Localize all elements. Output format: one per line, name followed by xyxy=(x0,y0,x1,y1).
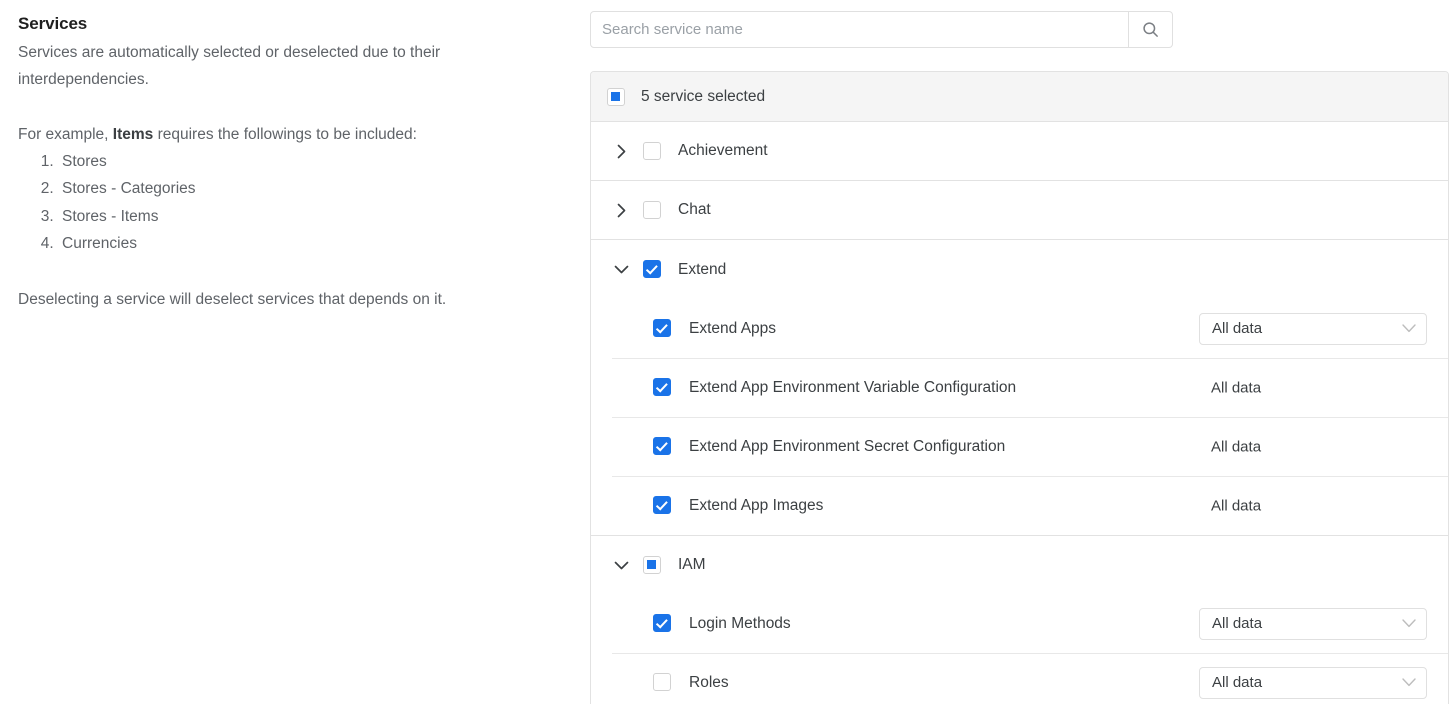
select-all-checkbox[interactable] xyxy=(607,87,625,106)
achievement-checkbox[interactable] xyxy=(643,141,661,160)
services-description: Services are automatically selected or d… xyxy=(18,44,441,88)
iam-checkbox[interactable] xyxy=(643,555,661,574)
row-control: All data xyxy=(1199,666,1427,699)
service-label: Extend App Environment Variable Configur… xyxy=(689,378,1017,396)
service-row-achievement[interactable]: Achievement xyxy=(591,122,1448,181)
chevron-right-icon[interactable] xyxy=(610,144,632,159)
dropdown-value: All data xyxy=(1212,615,1263,632)
service-label: Extend App Images xyxy=(689,496,824,514)
row-control: All data xyxy=(1199,379,1427,396)
app-images-checkbox[interactable] xyxy=(653,496,671,515)
list-item: Stores xyxy=(58,148,558,175)
env-secret-checkbox[interactable] xyxy=(653,437,671,456)
example-bold-term: Items xyxy=(112,126,154,143)
requirements-list: Stores Stores - Categories Stores - Item… xyxy=(18,148,558,258)
chevron-down-icon xyxy=(1402,678,1416,687)
chevron-right-icon[interactable] xyxy=(610,203,632,218)
row-control: All data xyxy=(1199,312,1427,345)
data-scope-value: All data xyxy=(1211,438,1262,455)
row-control: All data xyxy=(1199,497,1427,514)
env-secret-checkbox-slot xyxy=(653,437,671,456)
service-row-roles[interactable]: Roles All data xyxy=(591,653,1448,704)
data-scope-dropdown[interactable]: All data xyxy=(1199,312,1427,345)
services-selection-page: Services Services are automatically sele… xyxy=(0,0,1456,704)
dropdown-value: All data xyxy=(1212,320,1263,337)
services-example-line: For example, Items requires the followin… xyxy=(18,121,558,148)
data-scope-dropdown[interactable]: All data xyxy=(1199,666,1427,699)
search-icon xyxy=(1141,20,1160,39)
service-label: Extend App Environment Secret Configurat… xyxy=(689,437,1006,455)
chat-checkbox-slot xyxy=(643,200,661,219)
dropdown-value: All data xyxy=(1212,674,1263,691)
service-row-extend[interactable]: Extend xyxy=(591,240,1448,299)
login-methods-checkbox-slot xyxy=(653,614,671,633)
service-label: Achievement xyxy=(678,142,768,159)
app-images-checkbox-slot xyxy=(653,496,671,515)
service-row-iam[interactable]: IAM xyxy=(591,535,1448,594)
example-suffix: requires the followings to be included: xyxy=(153,126,417,143)
search-input-wrapper[interactable] xyxy=(590,11,1129,48)
services-list-card: 5 service selected Achievement Chat Exte… xyxy=(590,71,1449,704)
iam-children-group: Login Methods All data Roles All data xyxy=(591,594,1448,704)
search-bar xyxy=(590,11,1173,48)
list-item: Stores - Categories xyxy=(58,175,558,202)
service-label: Roles xyxy=(689,673,729,691)
extend-apps-checkbox-slot xyxy=(653,319,671,338)
service-row-extend-app-env-variable-configuration[interactable]: Extend App Environment Variable Configur… xyxy=(591,358,1448,417)
extend-children-group: Extend Apps All data Extend App Environm… xyxy=(591,299,1448,535)
service-label: Chat xyxy=(678,201,711,218)
search-button[interactable] xyxy=(1129,11,1173,48)
service-row-extend-apps[interactable]: Extend Apps All data xyxy=(591,299,1448,358)
service-row-extend-app-images[interactable]: Extend App Images All data xyxy=(591,476,1448,535)
services-selector-column: 5 service selected Achievement xyxy=(590,11,1449,704)
iam-checkbox-slot xyxy=(643,555,661,574)
deselect-note: Deselecting a service will deselect serv… xyxy=(18,290,447,308)
list-item: Stores - Items xyxy=(58,203,558,230)
service-label: IAM xyxy=(678,556,706,573)
service-label: Extend xyxy=(678,260,727,278)
extend-apps-checkbox[interactable] xyxy=(653,319,671,338)
services-list-header[interactable]: 5 service selected xyxy=(591,72,1448,122)
services-info-panel: Services Services are automatically sele… xyxy=(18,12,558,313)
extend-checkbox-slot xyxy=(643,260,661,279)
login-methods-checkbox[interactable] xyxy=(653,614,671,633)
chevron-down-icon[interactable] xyxy=(610,265,632,274)
chevron-down-icon xyxy=(1402,619,1416,628)
data-scope-value: All data xyxy=(1211,379,1262,396)
service-label: Extend Apps xyxy=(689,319,777,337)
row-control: All data xyxy=(1199,438,1427,455)
chevron-down-icon[interactable] xyxy=(610,561,632,570)
example-prefix: For example, xyxy=(18,126,113,143)
data-scope-value: All data xyxy=(1211,497,1262,514)
row-control: All data xyxy=(1199,607,1427,640)
extend-checkbox[interactable] xyxy=(643,260,661,279)
selected-count-label: 5 service selected xyxy=(641,87,766,105)
service-row-extend-app-env-secret-configuration[interactable]: Extend App Environment Secret Configurat… xyxy=(591,417,1448,476)
service-label: Login Methods xyxy=(689,614,791,632)
list-item: Currencies xyxy=(58,230,558,257)
search-input[interactable] xyxy=(602,21,1117,38)
achievement-checkbox-slot xyxy=(643,141,661,160)
env-variable-checkbox[interactable] xyxy=(653,378,671,397)
service-row-chat[interactable]: Chat xyxy=(591,181,1448,240)
roles-checkbox[interactable] xyxy=(653,673,671,692)
chat-checkbox[interactable] xyxy=(643,200,661,219)
service-row-login-methods[interactable]: Login Methods All data xyxy=(591,594,1448,653)
page-title: Services xyxy=(18,14,88,33)
roles-checkbox-slot xyxy=(653,673,671,692)
env-variable-checkbox-slot xyxy=(653,378,671,397)
data-scope-dropdown[interactable]: All data xyxy=(1199,607,1427,640)
chevron-down-icon xyxy=(1402,324,1416,333)
